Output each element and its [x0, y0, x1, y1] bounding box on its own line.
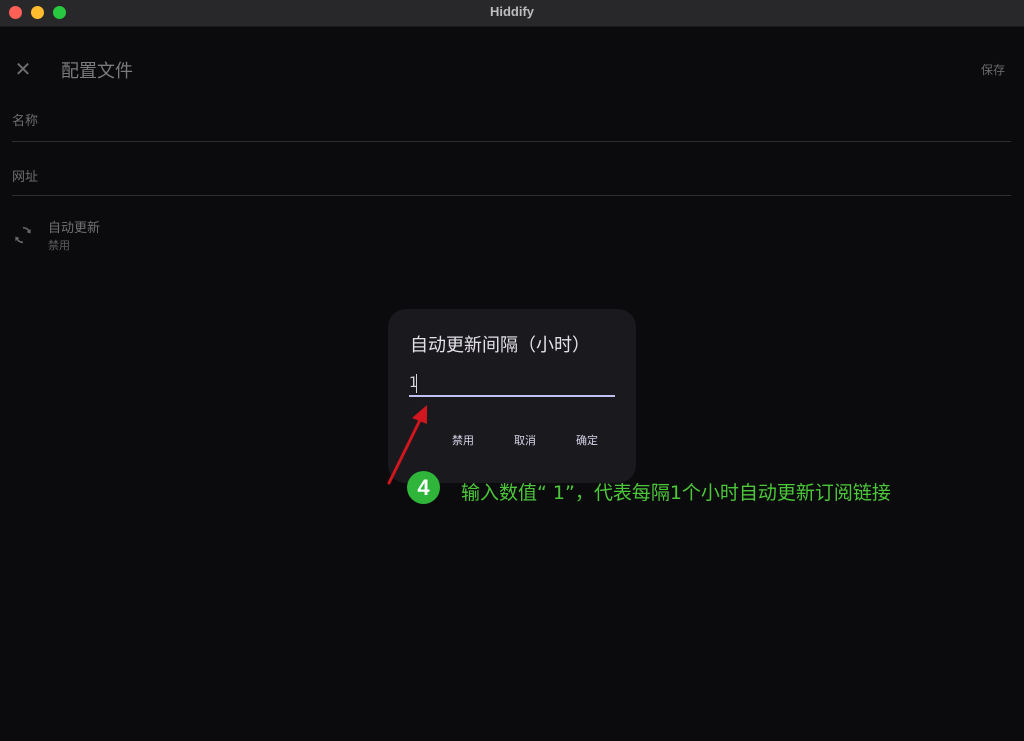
app-window: Hiddify ✕ 配置文件 保存 名称 网址 自动更新 禁用 自动更新间隔（小…: [0, 0, 1024, 741]
title-bar: Hiddify: [0, 0, 1024, 27]
disable-button[interactable]: 禁用: [452, 432, 474, 448]
window-title: Hiddify: [489, 4, 535, 19]
name-field[interactable]: 名称: [12, 110, 1011, 142]
ok-button[interactable]: 确定: [576, 432, 598, 448]
page-title: 配置文件: [61, 61, 133, 82]
sync-icon: [15, 226, 31, 244]
name-field-label: 名称: [12, 114, 39, 129]
text-caret: [416, 374, 417, 393]
auto-update-setting[interactable]: 自动更新 禁用: [12, 215, 312, 255]
annotation-text: 输入数值“ 1”，代表每隔1个小时自动更新订阅链接: [461, 482, 891, 504]
dialog-title: 自动更新间隔（小时）: [410, 335, 590, 356]
save-button[interactable]: 保存: [981, 61, 1005, 78]
close-icon[interactable]: ✕: [12, 58, 34, 80]
auto-update-title: 自动更新: [48, 221, 101, 236]
url-field[interactable]: 网址: [12, 166, 1011, 196]
interval-input[interactable]: 1: [409, 373, 615, 397]
step-badge: 4: [407, 471, 440, 504]
url-field-label: 网址: [12, 170, 39, 185]
auto-update-status: 禁用: [48, 239, 70, 252]
cancel-button[interactable]: 取消: [514, 432, 536, 448]
